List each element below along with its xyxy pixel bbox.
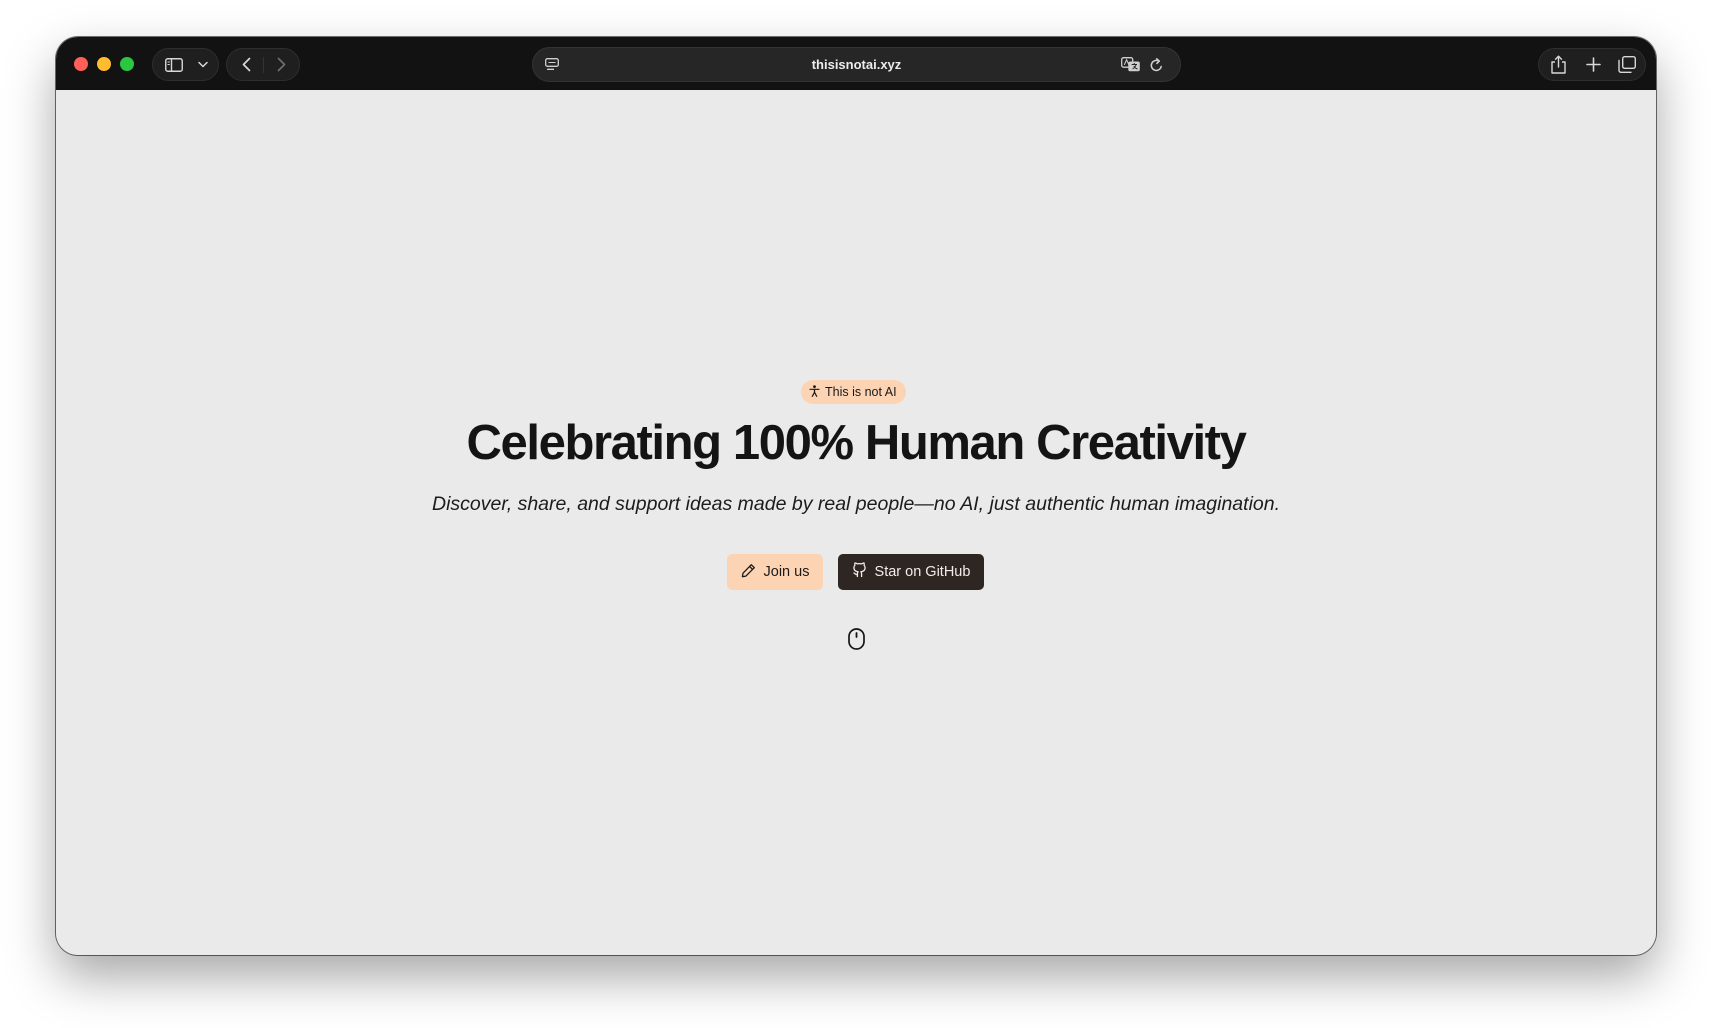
browser-toolbar: thisisnotai.xyz [56,37,1656,90]
tab-overview-icon[interactable] [1613,49,1641,80]
join-us-button[interactable]: Join us [727,554,823,590]
join-us-label: Join us [763,564,810,580]
sidebar-icon[interactable] [161,49,187,80]
address-bar[interactable]: thisisnotai.xyz [532,47,1181,82]
translate-icon[interactable] [1119,48,1143,81]
star-on-github-button[interactable]: Star on GitHub [838,554,984,590]
hero-title: Celebrating 100% Human Creativity [466,416,1247,470]
mouse-scroll-icon [848,628,865,650]
back-icon[interactable] [233,49,259,80]
accessibility-person-icon [809,384,820,400]
url-text[interactable]: thisisnotai.xyz [533,48,1180,81]
close-window-button[interactable] [74,57,88,71]
sidebar-toggle-group [152,48,219,81]
chevron-down-icon[interactable] [193,49,213,80]
hero-subtitle: Discover, share, and support ideas made … [431,493,1281,515]
minimize-window-button[interactable] [97,57,111,71]
forward-icon[interactable] [268,49,294,80]
page-content: This is not AI Celebrating 100% Human Cr… [56,90,1656,955]
share-icon[interactable] [1544,49,1572,80]
badge-label: This is not AI [825,385,897,399]
not-ai-badge: This is not AI [801,380,906,404]
browser-window: thisisnotai.xyz This is not AI Celebrati… [56,37,1656,955]
navigation-group [226,48,300,81]
github-icon [852,562,867,582]
window-actions-group [1538,48,1646,81]
plus-icon[interactable] [1579,49,1607,80]
maximize-window-button[interactable] [120,57,134,71]
github-label: Star on GitHub [874,564,971,580]
pencil-icon [741,563,756,582]
reload-icon[interactable] [1145,48,1167,81]
nav-divider [263,57,264,73]
